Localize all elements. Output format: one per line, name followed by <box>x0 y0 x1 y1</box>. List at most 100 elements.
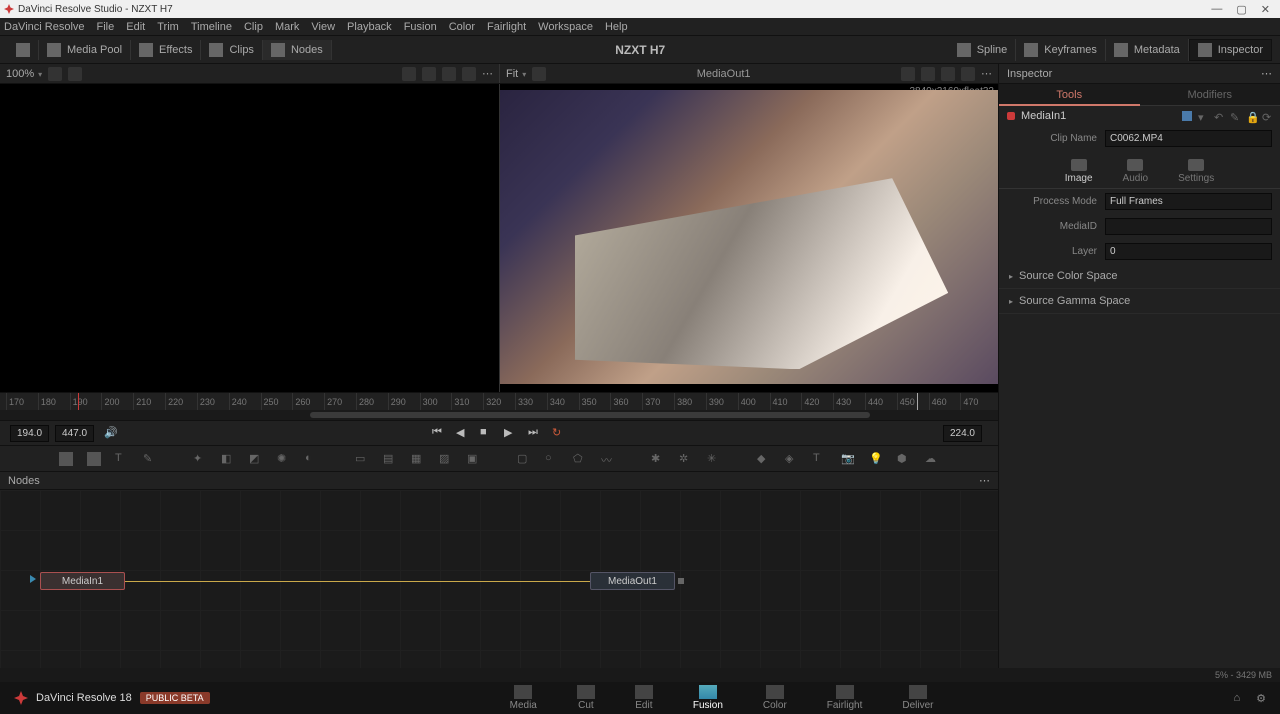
page-cut[interactable]: Cut <box>577 685 595 711</box>
in-timecode[interactable]: 194.0 <box>10 425 49 442</box>
ellipse-mask-icon[interactable]: ○ <box>545 452 559 466</box>
particle-tool-icon[interactable]: ✱ <box>651 452 665 466</box>
close-button[interactable]: ✕ <box>1261 3 1270 16</box>
viewer-left-more-icon[interactable]: ⋯ <box>482 67 493 81</box>
rectangle-mask-icon[interactable]: ▢ <box>517 452 531 466</box>
3dshape-tool-icon[interactable]: ◈ <box>785 452 799 466</box>
viewer-right-more-icon[interactable]: ⋯ <box>981 67 992 81</box>
node-panel-more-icon[interactable]: ⋯ <box>979 474 990 487</box>
effects-button[interactable]: Effects <box>131 40 201 60</box>
stop-button[interactable]: ■ <box>480 426 494 440</box>
3dlight-tool-icon[interactable]: 💡 <box>869 452 883 466</box>
menu-clip[interactable]: Clip <box>244 21 263 33</box>
out-timecode[interactable]: 447.0 <box>55 425 94 442</box>
page-edit[interactable]: Edit <box>635 685 653 711</box>
inspector-tab-tools[interactable]: Tools <box>999 84 1140 106</box>
paint-tool-icon[interactable]: ✎ <box>143 452 157 466</box>
blur-tool-icon[interactable]: ✺ <box>277 452 291 466</box>
page-deliver[interactable]: Deliver <box>902 685 933 711</box>
3drender-tool-icon[interactable]: ☁ <box>925 452 939 466</box>
prender-tool-icon[interactable]: ✲ <box>679 452 693 466</box>
reset-icon[interactable]: ⟳ <box>1262 111 1272 121</box>
polygon-mask-icon[interactable]: ⬠ <box>573 452 587 466</box>
pin-icon[interactable]: ✎ <box>1230 111 1240 121</box>
time-ruler[interactable]: 1701801902002102202302402502602702802903… <box>0 392 998 410</box>
undo-icon[interactable]: ↶ <box>1214 111 1224 121</box>
keyframes-button[interactable]: Keyframes <box>1016 39 1106 61</box>
3dtext-tool-icon[interactable]: T <box>813 452 827 466</box>
3dimage-tool-icon[interactable]: ◆ <box>757 452 771 466</box>
menu-view[interactable]: View <box>311 21 335 33</box>
viewer-left-icon[interactable] <box>48 67 62 81</box>
text-tool-icon[interactable]: T <box>115 452 129 466</box>
pimage-tool-icon[interactable]: ✳ <box>707 452 721 466</box>
3dmerge-tool-icon[interactable]: ⬢ <box>897 452 911 466</box>
viewer-right-zoom[interactable]: Fit <box>506 68 526 80</box>
source-color-space-row[interactable]: Source Color Space <box>999 264 1280 289</box>
inspector-more-icon[interactable]: ⋯ <box>1261 67 1272 80</box>
play-button[interactable]: ▶ <box>504 426 518 440</box>
lock-icon[interactable]: 🔒 <box>1246 111 1256 121</box>
planartracker-tool-icon[interactable]: ◧ <box>221 452 235 466</box>
viewer-left-tool3[interactable] <box>442 67 456 81</box>
menu-file[interactable]: File <box>97 21 115 33</box>
metadata-button[interactable]: Metadata <box>1106 39 1189 61</box>
current-timecode[interactable]: 224.0 <box>943 425 982 442</box>
sidebar-toggle[interactable] <box>8 40 39 60</box>
minimize-button[interactable]: — <box>1211 3 1222 16</box>
menu-color[interactable]: Color <box>449 21 475 33</box>
step-back-button[interactable]: ◀ <box>456 426 470 440</box>
viewer-right-tool2[interactable] <box>921 67 935 81</box>
menu-davinci[interactable]: DaVinci Resolve <box>4 21 85 33</box>
transform-tool-icon[interactable]: ▤ <box>383 452 397 466</box>
tracker-tool-icon[interactable]: ✦ <box>193 452 207 466</box>
viewer-left-tool2[interactable] <box>422 67 436 81</box>
menu-help[interactable]: Help <box>605 21 628 33</box>
camera-tool-icon[interactable]: ◩ <box>249 452 263 466</box>
viewer-right-tool3[interactable] <box>941 67 955 81</box>
process-mode-select[interactable]: Full Frames <box>1105 193 1272 210</box>
menu-timeline[interactable]: Timeline <box>191 21 232 33</box>
clip-name-field[interactable] <box>1105 130 1272 147</box>
viewer-left-zoom[interactable]: 100% <box>6 68 42 80</box>
viewer-right-tool4[interactable] <box>961 67 975 81</box>
chevron-down-icon[interactable]: ▾ <box>1198 111 1208 121</box>
viewer-left-icon2[interactable] <box>68 67 82 81</box>
viewer-left-tool4[interactable] <box>462 67 476 81</box>
viewer-right-tool1[interactable] <box>901 67 915 81</box>
time-scrollbar[interactable] <box>0 410 998 420</box>
maximize-button[interactable]: ▢ <box>1236 3 1246 16</box>
menu-workspace[interactable]: Workspace <box>538 21 593 33</box>
go-start-button[interactable]: ⏮ <box>432 426 446 440</box>
colorcorrect-tool-icon[interactable]: ◐ <box>305 452 319 466</box>
version-icon[interactable] <box>1182 111 1192 121</box>
page-media[interactable]: Media <box>510 685 537 711</box>
viewer-left-tool1[interactable] <box>402 67 416 81</box>
inspector-button[interactable]: Inspector <box>1189 39 1272 61</box>
bspline-mask-icon[interactable]: 〰 <box>601 452 615 466</box>
merge-tool-icon[interactable]: ▦ <box>411 452 425 466</box>
menu-playback[interactable]: Playback <box>347 21 392 33</box>
node-mediaout1[interactable]: MediaOut1 <box>590 572 675 590</box>
page-color[interactable]: Color <box>763 685 787 711</box>
page-fairlight[interactable]: Fairlight <box>827 685 863 711</box>
spline-button[interactable]: Spline <box>949 39 1017 61</box>
menu-trim[interactable]: Trim <box>157 21 179 33</box>
viewer-right[interactable]: 3840x2160xfloat32 <box>499 84 998 392</box>
media-pool-button[interactable]: Media Pool <box>39 40 131 60</box>
menu-fairlight[interactable]: Fairlight <box>487 21 526 33</box>
node-mediain1[interactable]: MediaIn1 <box>40 572 125 590</box>
home-icon[interactable]: ⌂ <box>1233 692 1240 705</box>
matte-tool-icon[interactable]: ▭ <box>355 452 369 466</box>
menu-edit[interactable]: Edit <box>126 21 145 33</box>
channelbool-tool-icon[interactable]: ▨ <box>439 452 453 466</box>
mediaid-field[interactable] <box>1105 218 1272 235</box>
menu-mark[interactable]: Mark <box>275 21 299 33</box>
source-gamma-space-row[interactable]: Source Gamma Space <box>999 289 1280 314</box>
background-tool-icon[interactable] <box>59 452 73 466</box>
viewer-right-icon[interactable] <box>532 67 546 81</box>
page-fusion[interactable]: Fusion <box>693 685 723 711</box>
settings-icon[interactable]: ⚙ <box>1256 692 1266 705</box>
layer-select[interactable]: 0 <box>1105 243 1272 260</box>
subtab-audio[interactable]: Audio <box>1123 159 1149 184</box>
